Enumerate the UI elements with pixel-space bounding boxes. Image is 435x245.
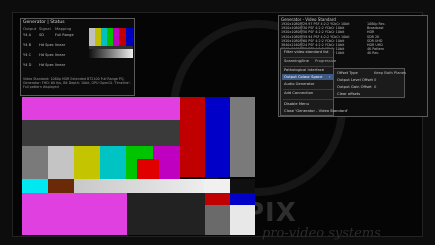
mini-colour-bars	[89, 28, 133, 58]
watermark-tagline: pro-video systems	[262, 226, 381, 241]
status-header-output: Output	[23, 26, 37, 31]
menu-divider	[283, 57, 333, 58]
output-level-label: Output Level Offset	[337, 78, 373, 82]
menu-item-close[interactable]: Close 'Generator - Video Standard'	[284, 109, 348, 113]
output-gain-label: Output Gain Offset	[337, 85, 372, 89]
status-header-signal: Signal	[39, 26, 51, 31]
context-menu[interactable]: Filter video standard list Scanning/line…	[280, 48, 348, 116]
menu-item-filter[interactable]: Filter video standard list	[284, 50, 329, 54]
menu-divider	[283, 66, 333, 67]
offset-type-label: Offset Type	[337, 71, 358, 75]
chevron-right-icon: ›	[329, 75, 331, 79]
menu-item-scanning[interactable]: Scanning/line	[284, 59, 309, 63]
menu-divider	[283, 89, 333, 90]
status-header-mapping: Mapping	[55, 26, 72, 31]
scanning-value: Progressive	[315, 59, 337, 63]
status-title: Generator | Status	[23, 20, 65, 25]
menu-divider	[283, 99, 333, 100]
video-standard-groups[interactable]: 1080p Rec. Broadcast HDR SDR 2K SDR UHD …	[367, 22, 425, 56]
output-level-field[interactable]: 0	[374, 78, 376, 82]
menu-item-pathological[interactable]: Pathological Interface	[284, 68, 324, 72]
status-panel: Generator | Status Output Signal Mapping…	[20, 18, 135, 96]
menu-item-audio-generator[interactable]: Audio Generator	[284, 82, 314, 86]
status-footer: Video Standard: 1080p HDR Extended BT210…	[23, 77, 131, 89]
clear-offsets-button[interactable]: Clear offsets	[337, 92, 360, 96]
menu-item-disable-menu[interactable]: Disable Menu	[284, 102, 309, 106]
menu-item-output-colour-space[interactable]: Output Colour Space	[284, 75, 322, 79]
output-gain-field[interactable]: 0	[374, 85, 376, 89]
app-frame: PIX pro-video systems Generator | Status…	[0, 0, 435, 245]
menu-item-add-connection[interactable]: Add Connection	[284, 91, 313, 95]
offset-type-select[interactable]: Keep Both Planes	[374, 71, 406, 75]
list-item[interactable]: 4K Rec.	[367, 51, 425, 55]
output-colour-space-submenu[interactable]: Offset Type Keep Both Planes Output Leve…	[333, 68, 406, 98]
test-pattern	[22, 97, 255, 235]
